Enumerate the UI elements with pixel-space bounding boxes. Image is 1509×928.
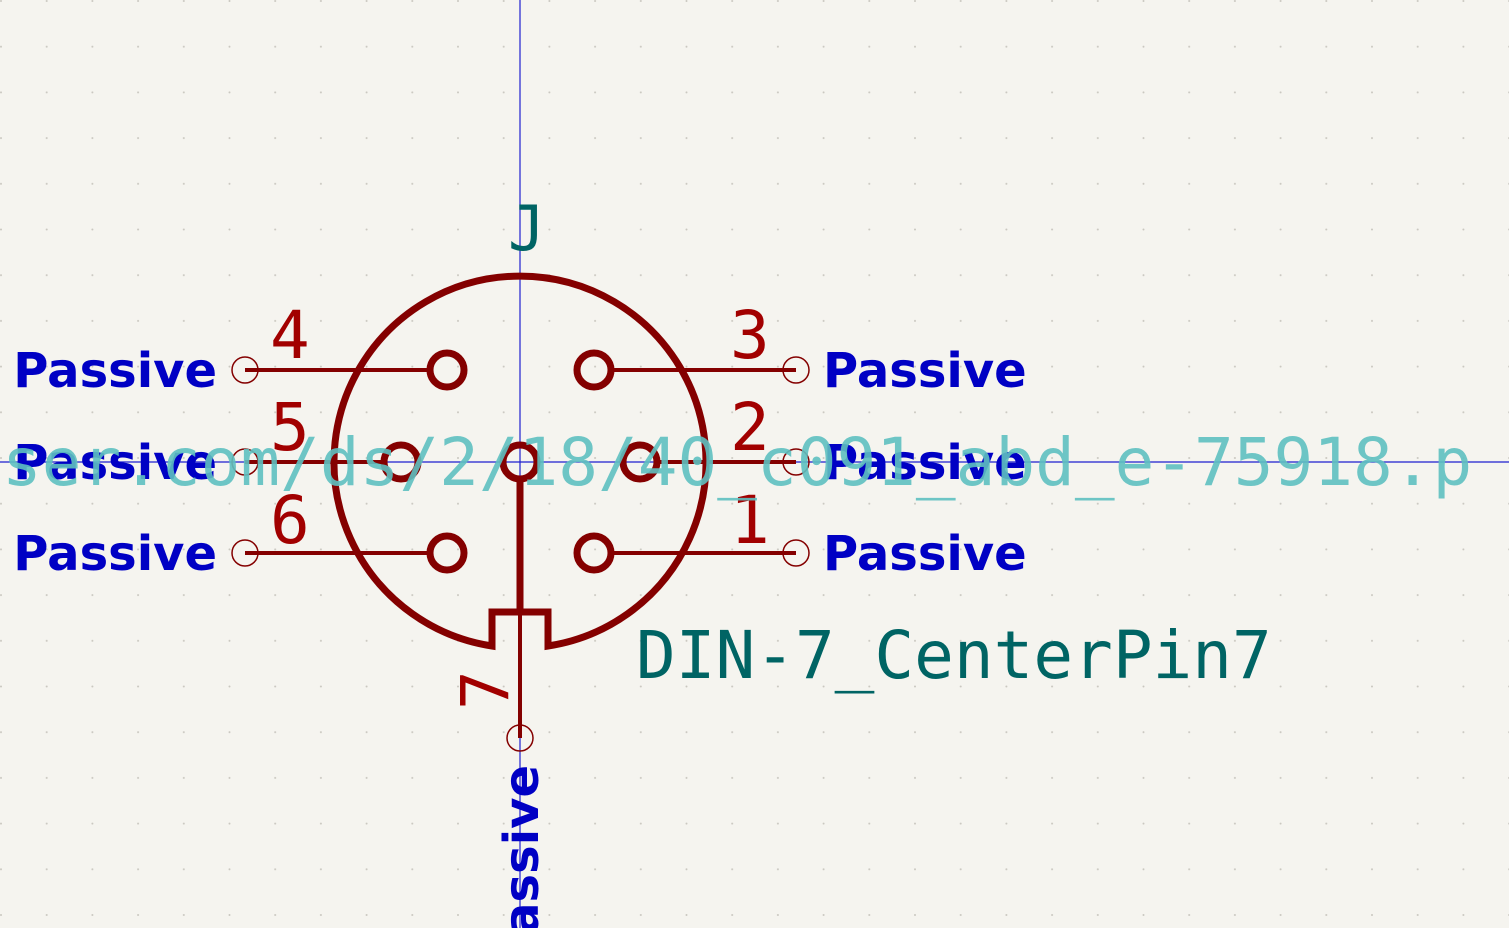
pin-type-1: Passive — [823, 526, 1027, 582]
pin-type-6: Passive — [13, 526, 217, 582]
schematic-symbol-canvas[interactable]: 4 5 6 3 2 1 7 Passive Passive Passive Pa… — [0, 0, 1509, 928]
pin-type-7: Passive — [494, 765, 550, 928]
pin-number-4: 4 — [270, 297, 310, 374]
pin-type-3: Passive — [823, 343, 1027, 399]
value-field[interactable]: DIN-7_CenterPin7 — [636, 617, 1272, 694]
pin-number-7: 7 — [447, 670, 524, 710]
pin-number-3: 3 — [730, 297, 770, 374]
reference-designator[interactable]: J — [508, 192, 545, 265]
pin-type-4: Passive — [13, 343, 217, 399]
datasheet-field[interactable]: ser.com/ds/2/18/40_c091_abd_e-75918.p — [2, 424, 1472, 501]
